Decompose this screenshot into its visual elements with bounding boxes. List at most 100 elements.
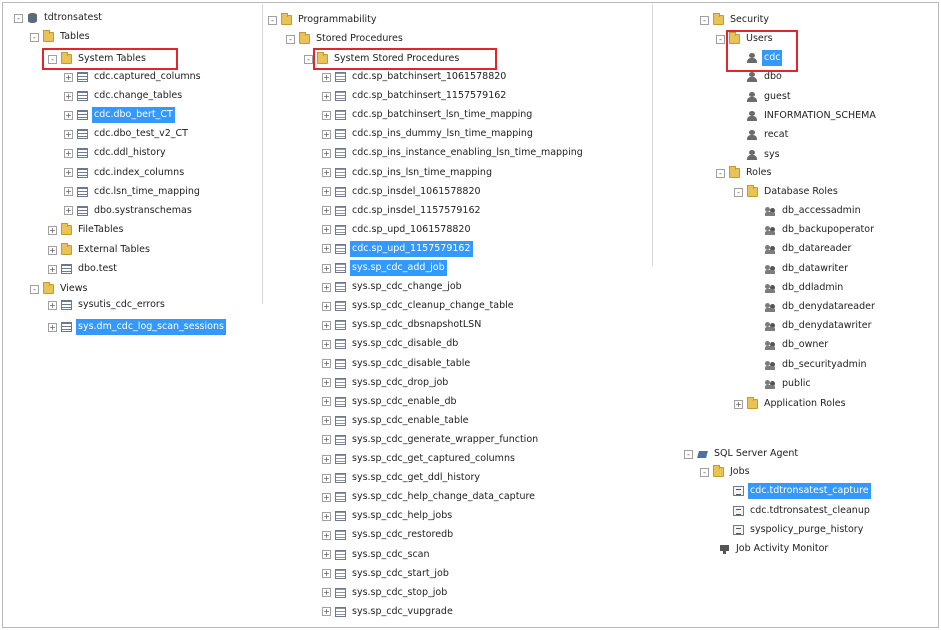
table-cdc-index-columns[interactable]: + cdc.index_columns [64,165,186,181]
role-db-ddladmin[interactable]: db_ddladmin [752,280,845,296]
role-public[interactable]: public [752,376,813,392]
procedure-cdc-sp-insdel-1157579162[interactable]: + cdc.sp_insdel_1157579162 [322,203,483,219]
job-syspolicy-purge-history[interactable]: syspolicy_purge_history [720,522,865,538]
collapse-toggle[interactable]: - [716,168,725,178]
node-stored-procedures[interactable]: - Stored Procedures [286,31,405,47]
expand-toggle[interactable]: + [322,282,331,292]
node-users[interactable]: - Users [716,31,775,47]
procedure-sys-sp-cdc-cleanup-change-table[interactable]: + sys.sp_cdc_cleanup_change_table [322,298,516,314]
role-db-denydatareader[interactable]: db_denydatareader [752,299,877,315]
role-db-owner[interactable]: db_owner [752,337,830,353]
collapse-toggle[interactable]: - [700,15,709,25]
expand-toggle[interactable]: + [64,72,73,82]
node-jobs[interactable]: - Jobs [700,464,752,480]
expand-toggle[interactable]: + [322,416,331,426]
node-roles[interactable]: - Roles [716,165,773,181]
expand-toggle[interactable]: + [64,206,73,216]
role-db-datareader[interactable]: db_datareader [752,241,853,257]
expand-toggle[interactable]: + [48,225,57,235]
table-cdc-captured-columns[interactable]: + cdc.captured_columns [64,69,203,85]
expand-toggle[interactable]: + [322,225,331,235]
expand-toggle[interactable]: + [322,569,331,579]
node-filetables[interactable]: + FileTables [48,222,125,238]
procedure-sys-sp-cdc-disable-db[interactable]: + sys.sp_cdc_disable_db [322,336,460,352]
node-tables[interactable]: - Tables [30,29,92,45]
table-cdc-ddl-history[interactable]: + cdc.ddl_history [64,145,168,161]
node-programmability[interactable]: - Programmability [268,12,378,28]
expand-toggle[interactable]: + [322,435,331,445]
expand-toggle[interactable]: + [322,110,331,120]
expand-toggle[interactable]: + [322,72,331,82]
procedure-cdc-sp-ins-instance-enabling-lsn-time-mapping[interactable]: + cdc.sp_ins_instance_enabling_lsn_time_m… [322,145,585,161]
procedure-sys-sp-cdc-help-change-data-capture[interactable]: + sys.sp_cdc_help_change_data_capture [322,489,537,505]
expand-toggle[interactable]: + [322,206,331,216]
node-database-roles[interactable]: - Database Roles [734,184,840,200]
collapse-toggle[interactable]: - [14,13,23,23]
table-cdc-lsn-time-mapping[interactable]: + cdc.lsn_time_mapping [64,184,202,200]
procedure-cdc-sp-batchinsert-1157579162[interactable]: + cdc.sp_batchinsert_1157579162 [322,88,508,104]
node-system-tables[interactable]: - System Tables [48,51,148,67]
job-cdc-tdtronsatest-capture[interactable]: cdc.tdtronsatest_capture [720,483,871,499]
user-guest[interactable]: guest [734,89,793,105]
expand-toggle[interactable]: + [322,263,331,273]
expand-toggle[interactable]: + [322,550,331,559]
table-cdc-change-tables[interactable]: + cdc.change_tables [64,88,184,104]
expand-toggle[interactable]: + [322,607,331,617]
procedure-cdc-sp-insdel-1061578820[interactable]: + cdc.sp_insdel_1061578820 [322,184,483,200]
role-db-denydatawriter[interactable]: db_denydatawriter [752,318,874,334]
procedure-sys-sp-cdc-scan[interactable]: + sys.sp_cdc_scan [322,547,432,563]
procedure-sys-sp-cdc-vupgrade[interactable]: + sys.sp_cdc_vupgrade [322,604,455,620]
collapse-toggle[interactable]: - [48,54,57,64]
collapse-toggle[interactable]: - [286,34,295,44]
table-cdc-dbo-bert-ct[interactable]: + cdc.dbo_bert_CT [64,107,175,124]
role-db-backupoperator[interactable]: db_backupoperator [752,222,876,238]
procedure-cdc-sp-batchinsert-lsn-time-mapping[interactable]: + cdc.sp_batchinsert_lsn_time_mapping [322,107,534,123]
expand-toggle[interactable]: + [322,320,331,330]
expand-toggle[interactable]: + [322,454,331,464]
expand-toggle[interactable]: + [322,339,331,349]
procedure-sys-sp-cdc-disable-table[interactable]: + sys.sp_cdc_disable_table [322,356,472,372]
node-sql-server-agent[interactable]: - SQL Server Agent [684,446,800,462]
expand-toggle[interactable]: + [322,148,331,158]
collapse-toggle[interactable]: - [30,32,39,42]
expand-toggle[interactable]: + [64,91,73,101]
expand-toggle[interactable]: + [322,244,331,254]
node-views[interactable]: - Views [30,281,90,297]
expand-toggle[interactable]: + [322,492,331,502]
expand-toggle[interactable]: + [64,187,73,197]
expand-toggle[interactable]: + [64,129,73,139]
collapse-toggle[interactable]: - [304,54,313,64]
collapse-toggle[interactable]: - [684,449,693,459]
expand-toggle[interactable]: + [322,588,331,598]
expand-toggle[interactable]: + [322,168,331,177]
procedure-cdc-sp-batchinsert-1061578820[interactable]: + cdc.sp_batchinsert_1061578820 [322,69,508,85]
role-db-securityadmin[interactable]: db_securityadmin [752,357,869,373]
procedure-sys-sp-cdc-enable-db[interactable]: + sys.sp_cdc_enable_db [322,394,459,410]
procedure-sys-sp-cdc-drop-job[interactable]: + sys.sp_cdc_drop_job [322,375,450,391]
expand-toggle[interactable]: + [64,110,73,120]
node-security[interactable]: - Security [700,12,771,28]
procedure-sys-sp-cdc-dbsnapshotlsn[interactable]: + sys.sp_cdc_dbsnapshotLSN [322,317,483,333]
expand-toggle[interactable]: + [48,322,57,332]
expand-toggle[interactable]: + [322,129,331,139]
role-db-datawriter[interactable]: db_datawriter [752,261,850,277]
role-db-accessadmin[interactable]: db_accessadmin [752,203,863,219]
procedure-sys-sp-cdc-stop-job[interactable]: + sys.sp_cdc_stop_job [322,585,449,601]
expand-toggle[interactable]: + [322,378,331,388]
node-job-activity-monitor[interactable]: Job Activity Monitor [706,541,830,557]
collapse-toggle[interactable]: - [30,284,39,294]
view-sys-dm-cdc-log-scan-sessions[interactable]: + sys.dm_cdc_log_scan_sessions [48,319,226,335]
collapse-toggle[interactable]: - [716,34,725,44]
procedure-cdc-sp-upd-1157579162[interactable]: + cdc.sp_upd_1157579162 [322,240,473,257]
node-application-roles[interactable]: + Application Roles [734,396,848,412]
expand-toggle[interactable]: + [322,397,331,407]
user-cdc[interactable]: cdc [734,50,783,66]
user-recat[interactable]: recat [734,127,790,143]
node-system-stored-procedures[interactable]: - System Stored Procedures [304,51,461,67]
table-cdc-dbo-test-v2-ct[interactable]: + cdc.dbo_test_v2_CT [64,126,190,142]
expand-toggle[interactable]: + [322,530,331,540]
expand-toggle[interactable]: + [322,473,331,483]
expand-toggle[interactable]: + [322,91,331,101]
procedure-cdc-sp-upd-1061578820[interactable]: + cdc.sp_upd_1061578820 [322,222,473,238]
expand-toggle[interactable]: + [322,359,331,368]
